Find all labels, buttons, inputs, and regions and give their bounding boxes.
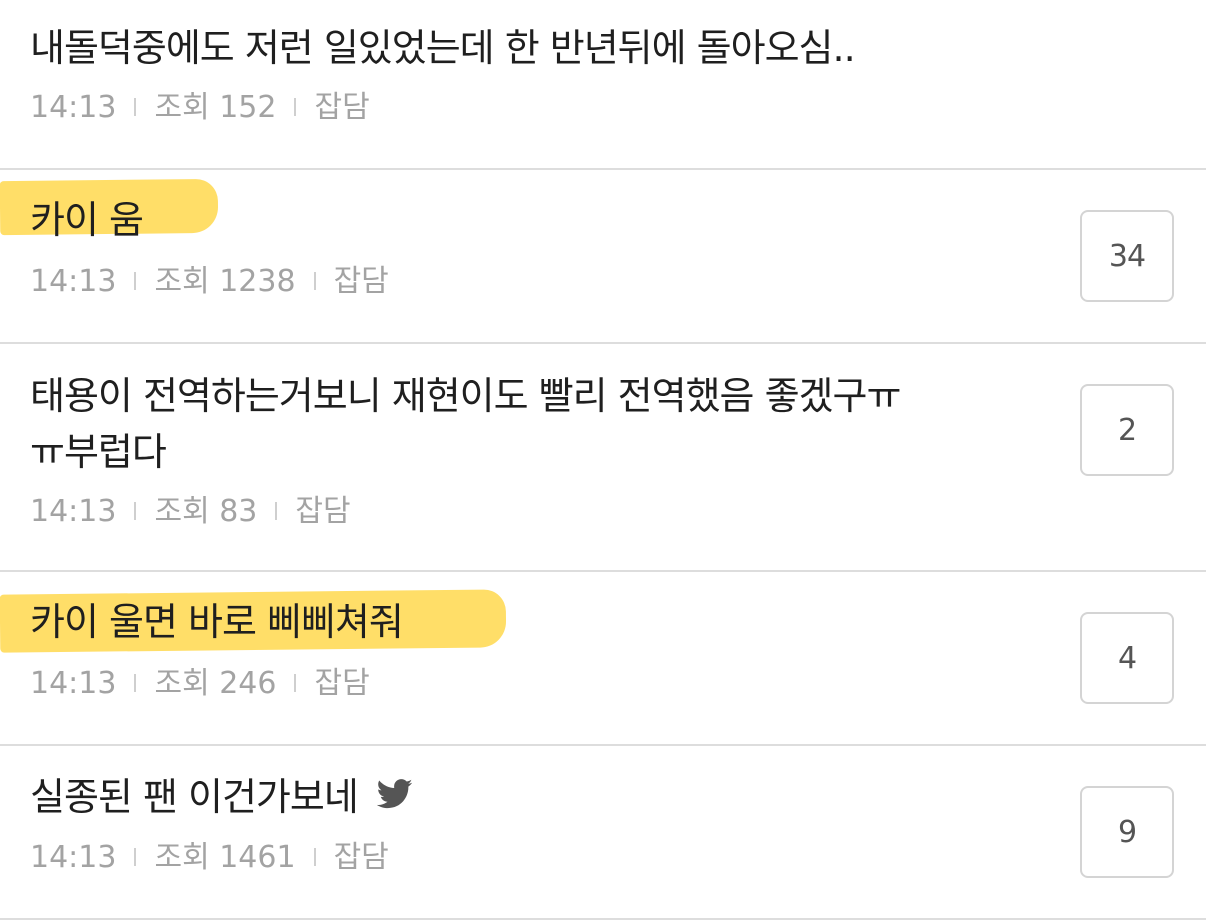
post-views: 조회 1238 (154, 264, 296, 299)
post-title[interactable]: 태용이 전역하는거보니 재현이도 빨리 전역했음 좋겠구ㅠ ㅠ부럽다 (30, 368, 1050, 480)
post-board: 잡담 (314, 666, 370, 701)
list-item[interactable]: 카이 움 14:13 조회 1238 잡담 34 (0, 170, 1206, 344)
post-time: 14:13 (30, 840, 117, 875)
post-time: 14:13 (30, 494, 117, 529)
comment-count-badge[interactable]: 2 (1080, 384, 1174, 476)
list-item[interactable]: 카이 울면 바로 삐삐쳐줘 14:13 조회 246 잡담 4 (0, 572, 1206, 746)
post-time: 14:13 (30, 90, 117, 125)
post-board: 잡담 (333, 840, 389, 875)
meta-divider (313, 271, 316, 290)
meta-divider (134, 673, 137, 692)
meta-divider (134, 271, 137, 290)
post-board: 잡담 (295, 494, 351, 529)
list-item[interactable]: 태용이 전역하는거보니 재현이도 빨리 전역했음 좋겠구ㅠ ㅠ부럽다 14:13… (0, 344, 1206, 572)
meta-divider (134, 97, 137, 116)
post-meta: 14:13 조회 83 잡담 (30, 492, 351, 532)
post-board: 잡담 (314, 90, 370, 125)
comment-count-badge[interactable]: 34 (1080, 210, 1174, 302)
post-meta: 14:13 조회 246 잡담 (30, 664, 370, 704)
post-title[interactable]: 카이 움 (0, 178, 219, 248)
post-title[interactable]: 실종된 팬 이건가보네 (30, 768, 413, 830)
post-views: 조회 246 (154, 666, 277, 701)
meta-divider (275, 501, 278, 520)
post-views: 조회 83 (154, 494, 258, 529)
meta-divider (313, 847, 316, 866)
post-meta: 14:13 조회 1461 잡담 (30, 838, 389, 878)
comment-count-badge[interactable]: 9 (1080, 786, 1174, 878)
post-board: 잡담 (333, 264, 389, 299)
post-meta: 14:13 조회 152 잡담 (30, 88, 370, 128)
post-time: 14:13 (30, 666, 117, 701)
post-time: 14:13 (30, 264, 117, 299)
post-title[interactable]: 카이 울면 바로 삐삐쳐줘 (0, 589, 507, 653)
twitter-bird-icon (376, 768, 413, 824)
list-item[interactable]: 실종된 팬 이건가보네 14:13 조회 1461 잡담 9 (0, 746, 1206, 920)
post-title[interactable]: 내돌덕중에도 저런 일있었는데 한 반년뒤에 돌아오심.. (30, 20, 856, 76)
post-views: 조회 152 (154, 90, 277, 125)
meta-divider (294, 673, 297, 692)
list-item[interactable]: 내돌덕중에도 저런 일있었는데 한 반년뒤에 돌아오심.. 14:13 조회 15… (0, 0, 1206, 170)
post-list: 내돌덕중에도 저런 일있었는데 한 반년뒤에 돌아오심.. 14:13 조회 15… (0, 0, 1206, 924)
post-views: 조회 1461 (154, 840, 296, 875)
meta-divider (134, 847, 137, 866)
meta-divider (294, 97, 297, 116)
meta-divider (134, 501, 137, 520)
comment-count-badge[interactable]: 4 (1080, 612, 1174, 704)
post-meta: 14:13 조회 1238 잡담 (30, 262, 389, 302)
